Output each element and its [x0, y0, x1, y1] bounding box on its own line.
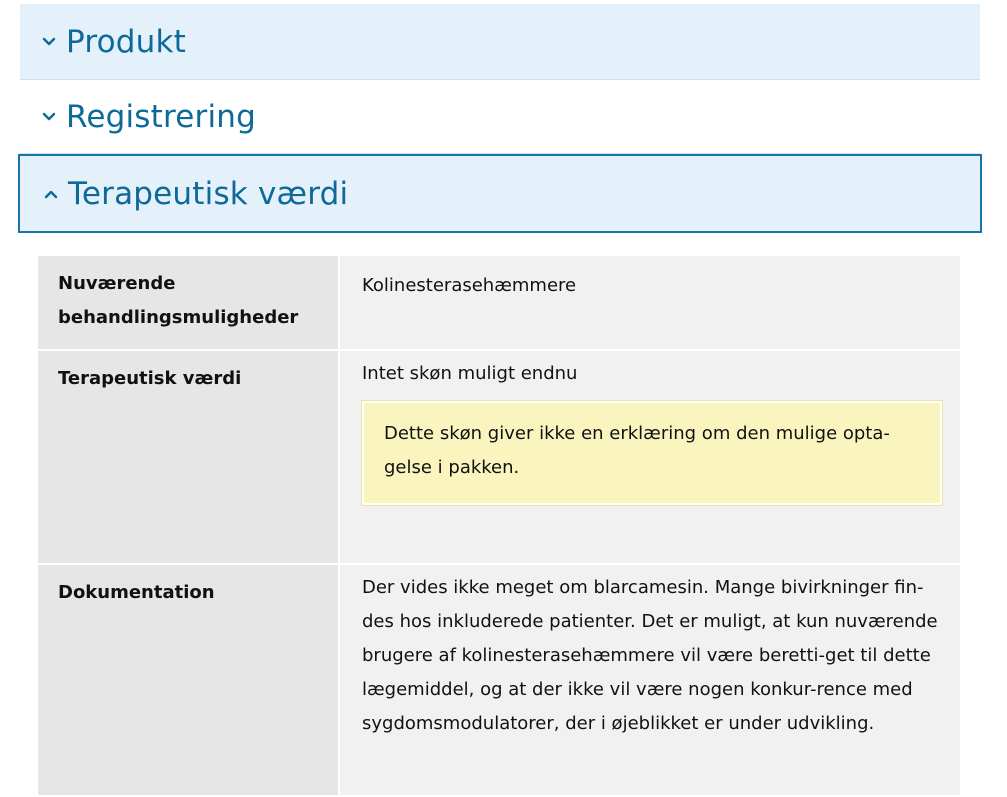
chevron-down-icon — [20, 37, 66, 47]
accordion-terapeutisk-vaerdi[interactable]: Terapeutisk værdi — [18, 154, 982, 233]
accordion-produkt[interactable]: Produkt — [20, 4, 980, 80]
accordion-title: Registrering — [66, 98, 257, 135]
accordion-title: Terapeutisk værdi — [68, 175, 349, 212]
row-label: Dokumentation — [38, 565, 340, 795]
row-label: Nuværende behandlingsmuligheder — [38, 256, 340, 349]
table-row: Nuværende behandlingsmuligheder Kolinest… — [38, 256, 960, 351]
table-row: Terapeutisk værdi Intet skøn muligt endn… — [38, 351, 960, 565]
row-value: Der vides ikke meget om blarcamesin. Man… — [340, 565, 960, 795]
row-value-container: Intet skøn muligt endnu Dette skøn giver… — [340, 351, 960, 563]
details-table: Nuværende behandlingsmuligheder Kolinest… — [38, 256, 960, 797]
chevron-down-icon — [20, 112, 66, 122]
chevron-up-icon — [20, 189, 68, 199]
table-row: Dokumentation Der vides ikke meget om bl… — [38, 565, 960, 797]
row-value: Kolinesterasehæmmere — [340, 256, 960, 349]
accordion-title: Produkt — [66, 23, 187, 60]
page: Produkt Registrering Terapeutisk værdi N… — [0, 0, 1007, 797]
info-note: Dette skøn giver ikke en erklæring om de… — [361, 400, 943, 506]
row-label: Terapeutisk værdi — [38, 351, 340, 563]
accordion-registrering[interactable]: Registrering — [20, 80, 980, 154]
row-value: Intet skøn muligt endnu — [362, 363, 578, 384]
